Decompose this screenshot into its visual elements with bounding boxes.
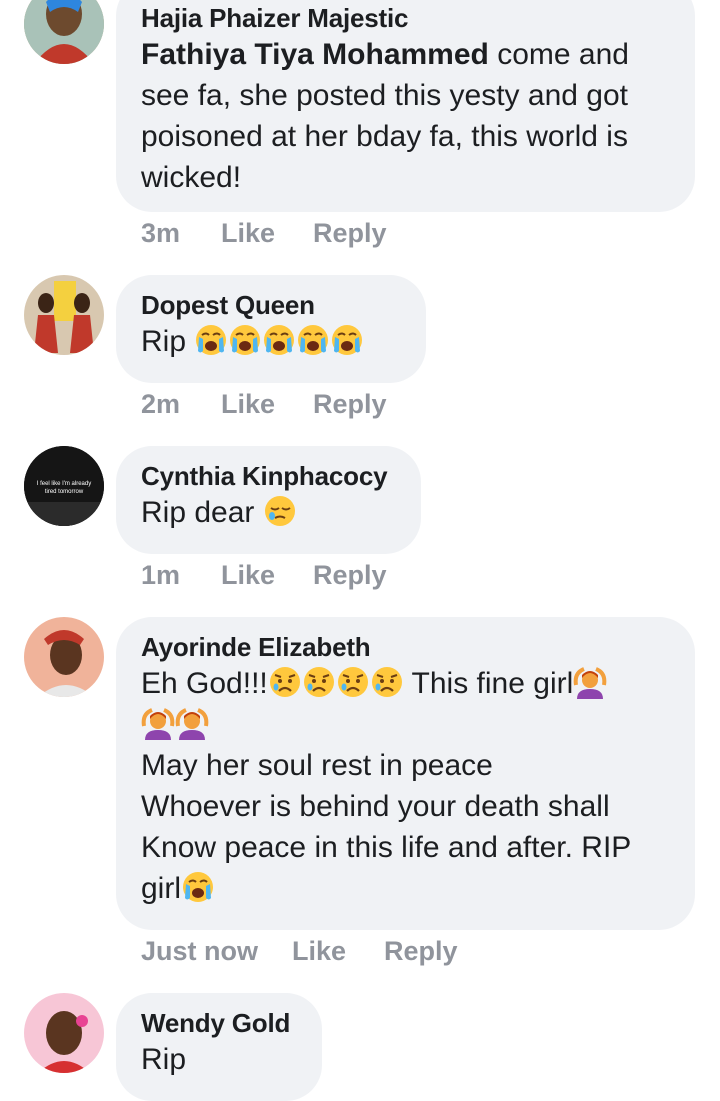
loudly-crying-face-icon: [228, 323, 262, 357]
comment-bubble: Wendy Gold Rip: [116, 993, 322, 1101]
worried-face-icon: [268, 665, 302, 699]
comment-timestamp[interactable]: Just now: [141, 935, 292, 967]
person-gesturing-ok-icon: [141, 706, 175, 740]
avatar[interactable]: [24, 993, 104, 1073]
loudly-crying-face-icon: [194, 323, 228, 357]
comment-actions: 2m Like Reply: [141, 388, 387, 420]
reply-button[interactable]: Reply: [313, 388, 387, 420]
comment-author[interactable]: Ayorinde Elizabeth: [141, 631, 669, 663]
avatar-photo-icon: [24, 993, 104, 1073]
reply-button[interactable]: Reply: [313, 217, 387, 249]
mention-link[interactable]: Fathiya Tiya Mohammed: [141, 38, 489, 71]
person-gesturing-ok-icon: [175, 706, 209, 740]
worried-face-icon: [336, 665, 370, 699]
comment-actions: Just now Like Reply: [141, 935, 458, 967]
avatar-photo-icon: [24, 617, 104, 697]
avatar[interactable]: I feel like I'm already tired tomorrow: [24, 446, 104, 526]
comment-text: Fathiya Tiya Mohammed come and see fa, s…: [141, 34, 669, 198]
comment-text: Eh God!!! This fine girl May her soul re…: [141, 663, 669, 909]
person-gesturing-ok-icon: [573, 665, 607, 699]
comment-text-body: Rip dear: [141, 496, 255, 529]
comment-text-line: Whoever is behind your death shall: [141, 790, 610, 823]
comment-text-body: Eh God!!!: [141, 667, 268, 700]
worried-face-icon: [370, 665, 404, 699]
loudly-crying-face-icon: [296, 323, 330, 357]
comment-bubble: Ayorinde Elizabeth Eh God!!! This fine g…: [116, 617, 695, 930]
sleepy-face-icon: [263, 494, 297, 528]
comment-text-body: Rip: [141, 325, 187, 358]
comment-text-body: girl: [141, 872, 182, 905]
loudly-crying-face-icon: [330, 323, 364, 357]
avatar-caption: I feel like I'm already tired tomorrow: [36, 481, 92, 495]
comment-timestamp[interactable]: 3m: [141, 217, 221, 249]
comment-timestamp[interactable]: 1m: [141, 559, 221, 591]
comment-timestamp[interactable]: 2m: [141, 388, 221, 420]
comment-bubble: Hajia Phaizer Majestic Fathiya Tiya Moha…: [116, 0, 695, 212]
comment-actions: 1m Like Reply: [141, 559, 387, 591]
comment-text: Rip: [141, 321, 400, 362]
like-button[interactable]: Like: [221, 388, 313, 420]
avatar[interactable]: [24, 275, 104, 355]
like-button[interactable]: Like: [292, 935, 384, 967]
comment-text: Rip: [141, 1043, 187, 1076]
comment-actions: 3m Like Reply: [141, 217, 387, 249]
loudly-crying-face-icon: [262, 323, 296, 357]
like-button[interactable]: Like: [221, 559, 313, 591]
comment-text: Rip dear: [141, 492, 395, 533]
reply-button[interactable]: Reply: [384, 935, 458, 967]
comment-author[interactable]: Hajia Phaizer Majestic: [141, 2, 669, 34]
loudly-crying-face-icon: [181, 870, 215, 904]
comment-author[interactable]: Wendy Gold: [141, 1007, 296, 1039]
avatar[interactable]: [24, 0, 104, 64]
comment-text-body: This fine girl: [403, 667, 574, 700]
avatar[interactable]: [24, 617, 104, 697]
comment-author[interactable]: Dopest Queen: [141, 289, 400, 321]
worried-face-icon: [302, 665, 336, 699]
comment-text-line: Know peace in this life and after. RIP: [141, 831, 632, 864]
avatar-photo-icon: [24, 0, 104, 64]
comment-text-line: May her soul rest in peace: [141, 749, 493, 782]
comment-bubble: Cynthia Kinphacocy Rip dear: [116, 446, 421, 554]
like-button[interactable]: Like: [221, 217, 313, 249]
reply-button[interactable]: Reply: [313, 559, 387, 591]
comment-bubble: Dopest Queen Rip: [116, 275, 426, 383]
comment-author[interactable]: Cynthia Kinphacocy: [141, 460, 395, 492]
avatar-photo-icon: [24, 275, 104, 355]
